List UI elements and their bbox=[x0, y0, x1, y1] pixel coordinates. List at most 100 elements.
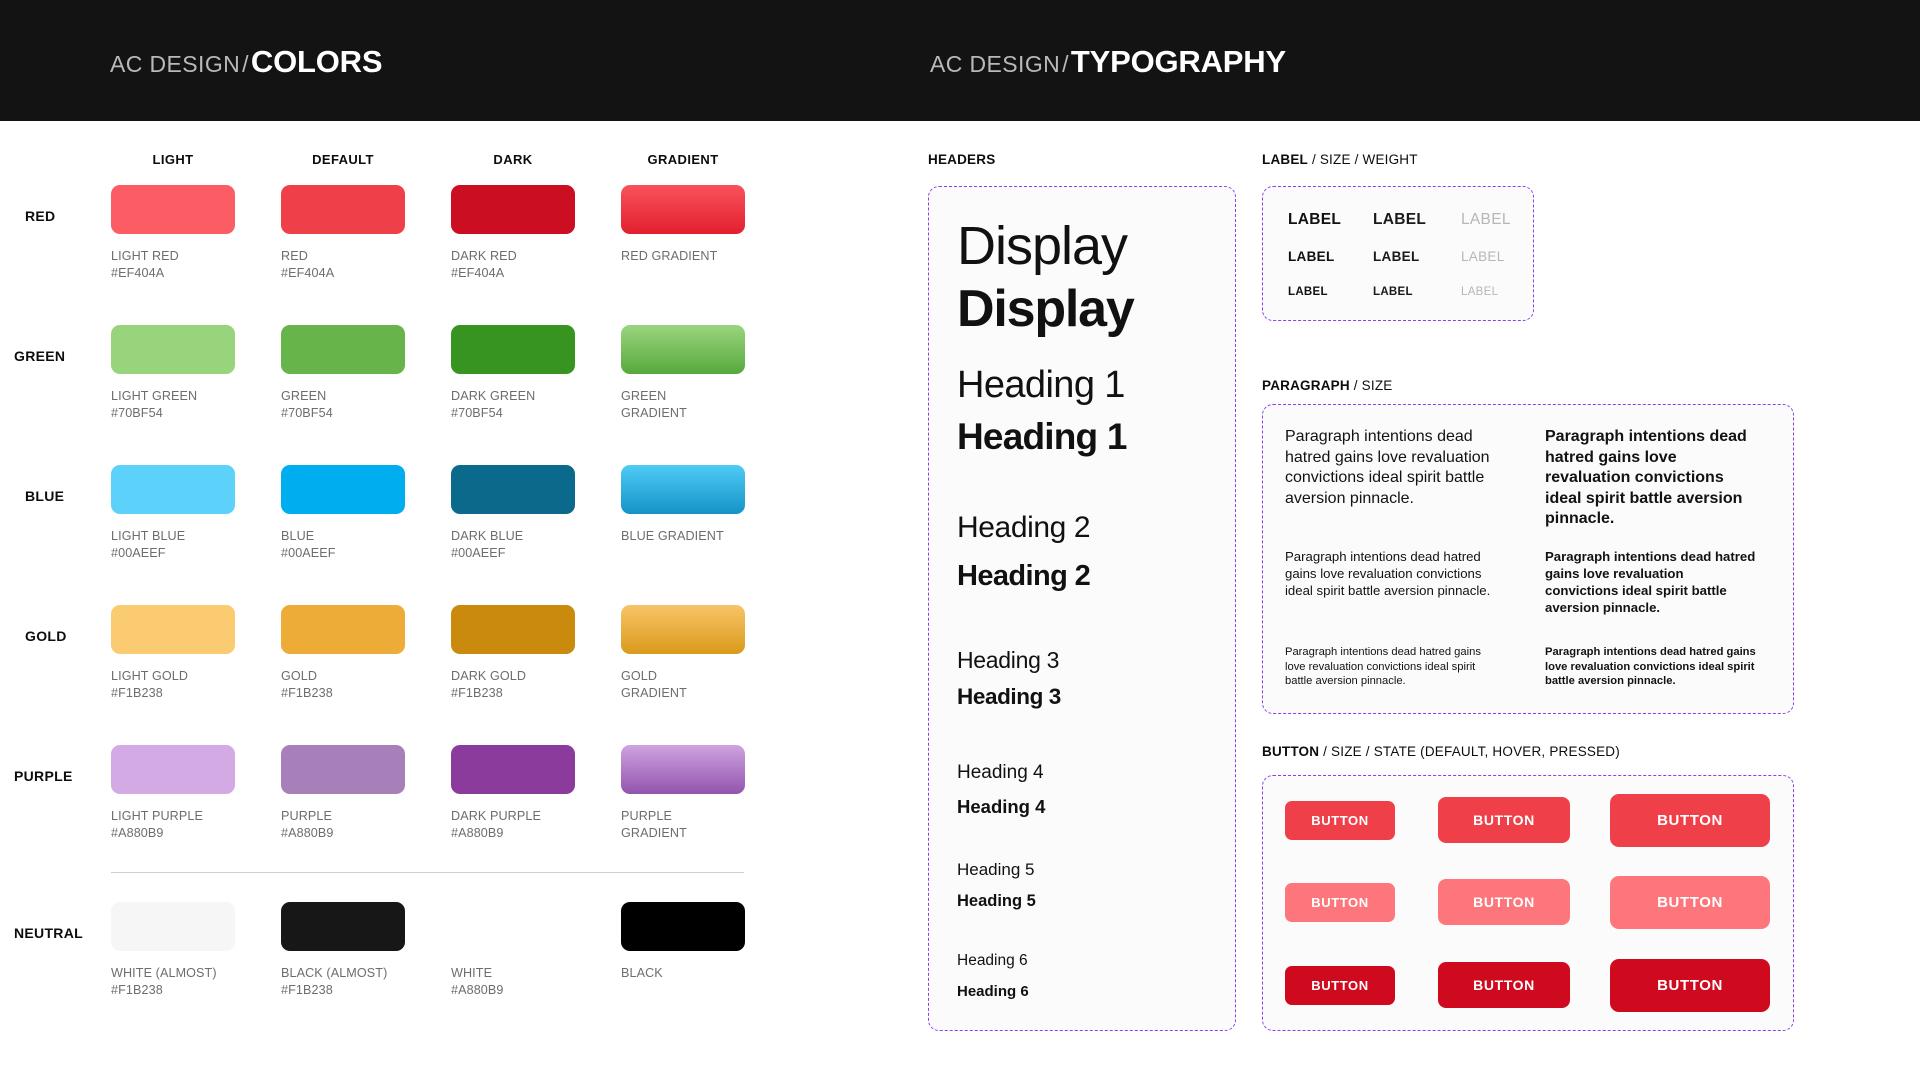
headers-section-label: HEADERS bbox=[928, 152, 996, 167]
row-label-purple: PURPLE bbox=[14, 768, 73, 784]
swatch-caption-red: RED #EF404A bbox=[281, 249, 335, 280]
button-medium-pressed[interactable]: BUTTON bbox=[1438, 962, 1570, 1008]
paragraph-section-title-rest: / SIZE bbox=[1349, 378, 1393, 393]
heading-1-light: Heading 1 bbox=[957, 364, 1125, 406]
paragraph-medium-regular: Paragraph intentions dead hatred gains l… bbox=[1285, 549, 1491, 598]
button-specimen-box: BUTTON BUTTON BUTTON BUTTON BUTTON BUTTO… bbox=[1262, 775, 1794, 1031]
heading-6-bold: Heading 6 bbox=[957, 983, 1029, 1000]
swatch-caption-red-gradient: RED GRADIENT bbox=[621, 249, 718, 263]
row-label-green: GREEN bbox=[14, 348, 66, 364]
swatch-dark-green[interactable] bbox=[451, 325, 575, 374]
heading-6-light: Heading 6 bbox=[957, 952, 1028, 969]
button-large-pressed[interactable]: BUTTON bbox=[1610, 959, 1770, 1012]
swatch-blue[interactable] bbox=[281, 465, 405, 514]
swatch-light-gold[interactable] bbox=[111, 605, 235, 654]
swatch-green[interactable] bbox=[281, 325, 405, 374]
swatch-red-gradient[interactable] bbox=[621, 185, 745, 234]
button-medium-hover[interactable]: BUTTON bbox=[1438, 879, 1570, 925]
paragraph-small-regular: Paragraph intentions dead hatred gains l… bbox=[1285, 646, 1481, 688]
display-bold: Display bbox=[957, 280, 1135, 338]
label-r1-c2: LABEL bbox=[1373, 211, 1427, 228]
heading-separator-typography: / bbox=[1062, 51, 1069, 77]
swatch-gold[interactable] bbox=[281, 605, 405, 654]
heading-3-bold: Heading 3 bbox=[957, 684, 1061, 709]
swatch-caption-dark-gold: DARK GOLD #F1B238 bbox=[451, 669, 527, 700]
swatch-caption-black-almost: BLACK (ALMOST) #F1B238 bbox=[281, 966, 388, 997]
swatch-dark-blue[interactable] bbox=[451, 465, 575, 514]
column-header-default: DEFAULT bbox=[312, 152, 374, 167]
page-title-typography: TYPOGRAPHY bbox=[1070, 44, 1286, 79]
swatch-purple[interactable] bbox=[281, 745, 405, 794]
page-title-colors: COLORS bbox=[250, 44, 383, 79]
swatch-caption-gold-gradient: GOLD GRADIENT bbox=[621, 669, 687, 700]
paragraph-specimen-box: Paragraph intentions dead hatred gains l… bbox=[1262, 404, 1794, 714]
heading-4-bold: Heading 4 bbox=[957, 796, 1046, 817]
swatch-caption-green: GREEN #70BF54 bbox=[281, 389, 333, 420]
heading-5-bold: Heading 5 bbox=[957, 892, 1036, 910]
label-r3-c2: LABEL bbox=[1373, 286, 1413, 298]
swatch-caption-light-gold: LIGHT GOLD #F1B238 bbox=[111, 669, 189, 700]
swatch-caption-purple-gradient: PURPLE GRADIENT bbox=[621, 809, 687, 840]
swatch-black[interactable] bbox=[621, 902, 745, 951]
swatch-caption-dark-blue: DARK BLUE #00AEEF bbox=[451, 529, 524, 560]
swatch-light-purple[interactable] bbox=[111, 745, 235, 794]
swatch-caption-white-almost: WHITE (ALMOST) #F1B238 bbox=[111, 966, 217, 997]
swatch-dark-red[interactable] bbox=[451, 185, 575, 234]
column-header-gradient: GRADIENT bbox=[647, 152, 719, 167]
swatch-dark-gold[interactable] bbox=[451, 605, 575, 654]
heading-1-bold: Heading 1 bbox=[957, 416, 1127, 457]
swatch-black-almost[interactable] bbox=[281, 902, 405, 951]
heading-separator-colors: / bbox=[242, 51, 249, 77]
swatch-green-gradient[interactable] bbox=[621, 325, 745, 374]
paragraph-medium-bold: Paragraph intentions dead hatred gains l… bbox=[1545, 549, 1756, 615]
label-r1-c3: LABEL bbox=[1461, 211, 1511, 228]
button-small-default[interactable]: BUTTON bbox=[1285, 801, 1395, 840]
label-r2-c1: LABEL bbox=[1288, 249, 1335, 264]
swatch-caption-green-gradient: GREEN GRADIENT bbox=[621, 389, 687, 420]
swatch-purple-gradient[interactable] bbox=[621, 745, 745, 794]
typography-page-heading: AC DESIGN/TYPOGRAPHY bbox=[930, 44, 1286, 80]
design-system-page: AC DESIGN/COLORS AC DESIGN/TYPOGRAPHY LI… bbox=[0, 0, 1920, 1080]
swatch-dark-purple[interactable] bbox=[451, 745, 575, 794]
label-r3-c1: LABEL bbox=[1288, 286, 1328, 298]
row-label-blue: BLUE bbox=[25, 488, 65, 504]
swatch-caption-white: WHITE #A880B9 bbox=[451, 966, 504, 997]
headers-specimen-box: Display Display Heading 1 Heading 1 Head… bbox=[928, 186, 1236, 1031]
button-medium-default[interactable]: BUTTON bbox=[1438, 797, 1570, 843]
swatch-caption-dark-green: DARK GREEN #70BF54 bbox=[451, 389, 536, 420]
button-small-hover[interactable]: BUTTON bbox=[1285, 883, 1395, 922]
label-section-title-rest: / SIZE / WEIGHT bbox=[1308, 152, 1418, 167]
swatch-caption-dark-red: DARK RED #EF404A bbox=[451, 249, 517, 280]
paragraph-large-regular: Paragraph intentions dead hatred gains l… bbox=[1285, 428, 1490, 507]
button-large-default[interactable]: BUTTON bbox=[1610, 794, 1770, 847]
swatch-white[interactable] bbox=[451, 902, 575, 951]
colors-divider bbox=[111, 872, 744, 873]
swatch-caption-black: BLACK bbox=[621, 966, 663, 980]
paragraph-section-label: PARAGRAPH / SIZE bbox=[1262, 378, 1392, 393]
swatch-blue-gradient[interactable] bbox=[621, 465, 745, 514]
swatch-caption-light-purple: LIGHT PURPLE #A880B9 bbox=[111, 809, 203, 840]
brand-name-typography: AC DESIGN bbox=[930, 51, 1061, 77]
colors-page-heading: AC DESIGN/COLORS bbox=[110, 44, 383, 80]
page-header-bar: AC DESIGN/COLORS AC DESIGN/TYPOGRAPHY bbox=[0, 0, 1920, 121]
brand-name-colors: AC DESIGN bbox=[110, 51, 241, 77]
label-r3-c3: LABEL bbox=[1461, 286, 1499, 298]
button-small-pressed[interactable]: BUTTON bbox=[1285, 966, 1395, 1005]
heading-5-light: Heading 5 bbox=[957, 860, 1035, 879]
swatch-light-red[interactable] bbox=[111, 185, 235, 234]
swatch-light-blue[interactable] bbox=[111, 465, 235, 514]
heading-2-bold: Heading 2 bbox=[957, 560, 1091, 592]
label-section-label: LABEL / SIZE / WEIGHT bbox=[1262, 152, 1418, 167]
swatch-caption-blue: BLUE #00AEEF bbox=[281, 529, 336, 560]
swatch-light-green[interactable] bbox=[111, 325, 235, 374]
swatch-red[interactable] bbox=[281, 185, 405, 234]
label-r1-c1: LABEL bbox=[1288, 211, 1342, 228]
swatch-caption-purple: PURPLE #A880B9 bbox=[281, 809, 334, 840]
button-section-label: BUTTON / SIZE / STATE (DEFAULT, HOVER, P… bbox=[1262, 744, 1620, 759]
label-section-title-strong: LABEL bbox=[1262, 152, 1308, 167]
heading-3-light: Heading 3 bbox=[957, 647, 1060, 673]
button-large-hover[interactable]: BUTTON bbox=[1610, 876, 1770, 929]
swatch-white-almost[interactable] bbox=[111, 902, 235, 951]
swatch-gold-gradient[interactable] bbox=[621, 605, 745, 654]
swatch-caption-dark-purple: DARK PURPLE #A880B9 bbox=[451, 809, 541, 840]
